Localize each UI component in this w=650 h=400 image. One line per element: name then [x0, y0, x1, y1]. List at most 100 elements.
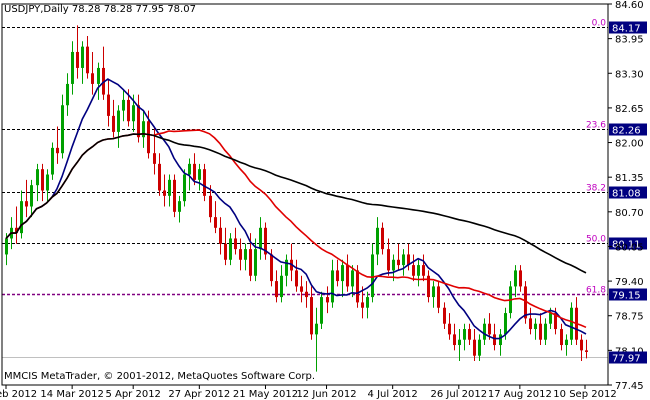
- candle-body: [147, 121, 150, 154]
- candle-body: [392, 259, 395, 271]
- candle-body: [122, 99, 125, 111]
- candle-body: [188, 163, 191, 175]
- candle-body: [448, 323, 451, 335]
- candle-body: [76, 51, 79, 68]
- candle-body: [341, 265, 344, 282]
- candle-body: [402, 254, 405, 266]
- candle-body: [346, 265, 349, 287]
- current-price-tag-text: 77.97: [612, 354, 641, 365]
- candle-body: [36, 169, 39, 186]
- candle-body: [331, 270, 334, 303]
- candle-body: [275, 281, 278, 298]
- candle-body: [203, 169, 206, 196]
- candle-body: [549, 313, 552, 324]
- fib-level-label: 61.8: [586, 286, 606, 296]
- candle-body: [91, 73, 94, 84]
- candle-body: [244, 249, 247, 260]
- candle-body: [234, 238, 237, 250]
- x-tick-label: 10 Sep 2012: [553, 389, 616, 400]
- candle-body: [453, 334, 456, 346]
- candle-body: [127, 99, 130, 122]
- candle-body: [443, 307, 446, 324]
- x-tick-label: 14 Mar 2012: [40, 389, 103, 400]
- y-tick-label: 79.40: [615, 277, 644, 288]
- x-tick-label: 4 Jul 2012: [368, 389, 418, 400]
- y-tick-label: 83.30: [615, 69, 644, 80]
- candle-body: [193, 163, 196, 180]
- symbol-info: USDJPY,Daily 78.28 78.28 77.95 78.07: [4, 4, 196, 15]
- fib-price-tag-text: 84.17: [612, 24, 641, 35]
- candle-body: [71, 51, 74, 84]
- candle-body: [86, 46, 89, 74]
- y-tick-label: 80.05: [615, 242, 644, 253]
- candle-body: [473, 339, 476, 356]
- candle-body: [132, 105, 135, 122]
- y-tick-label: 81.35: [615, 173, 644, 184]
- y-tick-label: 80.70: [615, 208, 644, 219]
- candle-body: [153, 153, 156, 164]
- candle-body: [381, 227, 384, 250]
- candle-body: [97, 67, 100, 84]
- candle-body: [361, 302, 364, 308]
- fib-price-tag-text: 82.26: [612, 126, 641, 137]
- candle-body: [366, 297, 369, 308]
- candle-body: [320, 297, 323, 324]
- candle-body: [422, 265, 425, 276]
- candle-body: [468, 329, 471, 340]
- candle-body: [61, 105, 64, 154]
- candle-body: [142, 121, 145, 138]
- candle-body: [229, 238, 232, 260]
- candle-body: [270, 254, 273, 282]
- candle-body: [493, 334, 496, 346]
- candle-body: [280, 275, 283, 298]
- candle-body: [107, 94, 110, 116]
- fib-price-tag-text: 79.15: [612, 291, 641, 302]
- candle-body: [239, 249, 242, 260]
- candle-body: [565, 339, 568, 346]
- candle-body: [519, 270, 522, 287]
- candle-body: [437, 286, 440, 308]
- candle-body: [463, 329, 466, 340]
- candle-body: [224, 243, 227, 260]
- candle-body: [514, 270, 517, 287]
- candle-body: [81, 46, 84, 68]
- candle-body: [336, 270, 339, 282]
- candle-body: [20, 201, 23, 234]
- candle-body: [570, 307, 573, 340]
- y-tick-label: 82.65: [615, 104, 644, 115]
- candle-body: [326, 297, 329, 303]
- candle-body: [371, 254, 374, 298]
- x-tick-label: 21 May 2012: [233, 389, 298, 400]
- fib-level-label: 50.0: [586, 235, 606, 245]
- candle-body: [30, 185, 33, 207]
- x-tick-label: 5 Apr 2012: [105, 389, 160, 400]
- candle-body: [173, 179, 176, 212]
- candle-body: [51, 147, 54, 175]
- candle-body: [376, 227, 379, 255]
- candle-body: [25, 201, 28, 207]
- candle-body: [397, 259, 400, 266]
- candle-body: [178, 201, 181, 212]
- candle-body: [417, 265, 420, 276]
- candle-body: [300, 286, 303, 292]
- candle-body: [483, 323, 486, 340]
- y-tick-label: 83.95: [615, 35, 644, 46]
- candle-body: [117, 110, 120, 132]
- candle-body: [183, 174, 186, 202]
- candle-body: [544, 323, 547, 340]
- price-chart[interactable]: 0.0 84.1723.6 82.2638.2 81.0850.0 80.1161.8 7…: [0, 0, 650, 400]
- candle-body: [249, 249, 252, 276]
- candle-body: [529, 318, 532, 330]
- candle-body: [412, 265, 415, 276]
- fib-price-tag-text: 81.08: [612, 189, 641, 200]
- chart-background: [0, 0, 650, 400]
- candle-body: [458, 339, 461, 346]
- candle-body: [585, 350, 588, 352]
- candle-body: [168, 179, 171, 196]
- candle-body: [254, 249, 257, 276]
- candle-body: [66, 83, 69, 106]
- candle-body: [534, 323, 537, 330]
- y-tick-label: 77.45: [615, 381, 644, 392]
- fib-level-label: 38.2: [586, 184, 606, 194]
- candle-body: [209, 195, 212, 218]
